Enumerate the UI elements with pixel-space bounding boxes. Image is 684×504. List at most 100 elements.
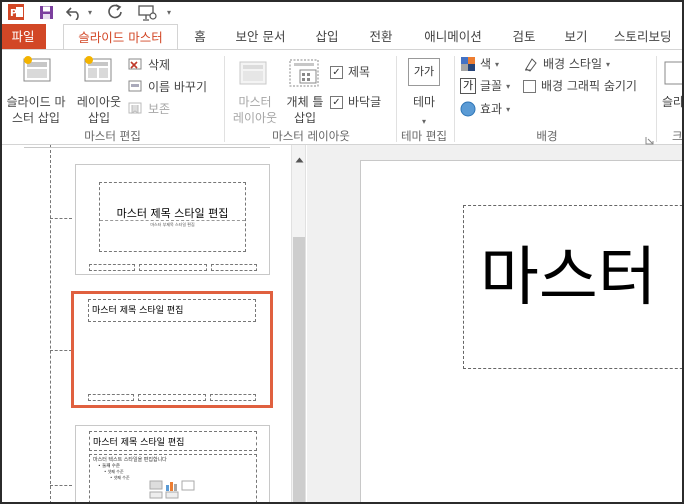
tab-storyboarding[interactable]: 스토리보딩 bbox=[614, 24, 684, 50]
footer-placeholder bbox=[139, 264, 207, 271]
content-placeholder: 마스터 텍스트 스타일을 편집합니다 • 둘째 수준 • 셋째 수준 • 넷째 … bbox=[89, 454, 257, 504]
thumbnail-title: 마스터 제목 스타일 편집 bbox=[116, 207, 229, 220]
slide-size-icon bbox=[664, 60, 684, 90]
themes-icon-text: 가가 bbox=[413, 65, 435, 78]
save-icon[interactable] bbox=[37, 3, 55, 21]
slide-number-placeholder bbox=[211, 264, 257, 271]
thumbnail-scrollbar[interactable] bbox=[291, 145, 306, 504]
selected-slide-thumbnail[interactable]: 마스터 제목 스타일 편집 bbox=[71, 291, 273, 408]
tab-insert[interactable]: 삽입 bbox=[313, 24, 341, 50]
preserve-icon bbox=[128, 100, 144, 119]
tab-home[interactable]: 홈 bbox=[190, 24, 210, 50]
customize-qat-icon[interactable]: ▾ bbox=[164, 3, 174, 21]
insert-layout-label-1: 레이아웃 bbox=[76, 95, 122, 109]
group-background: 배경 bbox=[536, 129, 558, 143]
powerpoint-logo-icon[interactable]: P bbox=[6, 3, 26, 21]
insert-slide-master-label-2: 스터 삽입 bbox=[12, 111, 60, 125]
thumbnail-subtitle: 마스터 부제목 스타일 편집 bbox=[150, 222, 195, 227]
insert-placeholder-label-1: 개체 틀 bbox=[286, 95, 324, 109]
connector-line bbox=[50, 145, 51, 504]
preserve-label: 보존 bbox=[148, 102, 171, 116]
connector-line bbox=[50, 218, 72, 219]
master-thumbnail-edge bbox=[24, 145, 270, 148]
tab-view[interactable]: 보기 bbox=[562, 24, 590, 50]
redo-icon[interactable] bbox=[106, 3, 124, 21]
slide-canvas[interactable]: 마스터 bbox=[360, 160, 684, 504]
master-layout-button[interactable]: 마스터 레이아웃 bbox=[232, 54, 278, 125]
powerpoint-window: P ▾ ▾ 파일 슬라이드 마스터 홈 보안 문서 삽입 전환 애니메이션 검토… bbox=[0, 0, 684, 504]
scroll-thumb[interactable] bbox=[293, 237, 305, 504]
ribbon-separator bbox=[454, 56, 455, 142]
slide-title: 마스터 bbox=[480, 241, 657, 315]
present-icon[interactable] bbox=[135, 3, 159, 21]
footer-checkbox[interactable]: ✓ 바닥글 bbox=[330, 94, 381, 110]
slide-size-button[interactable]: 슬라이 bbox=[662, 54, 684, 124]
insert-layout-button[interactable]: 레이아웃 삽입 bbox=[73, 54, 125, 125]
app-letter: P bbox=[10, 8, 17, 19]
group-master-edit: 마스터 편집 bbox=[84, 129, 141, 143]
rename-label: 이름 바꾸기 bbox=[148, 80, 208, 94]
effects-dropdown-icon: ▾ bbox=[506, 104, 511, 114]
insert-placeholder-button[interactable]: 개체 틀 삽입 bbox=[282, 54, 328, 125]
ribbon-separator bbox=[224, 56, 225, 142]
master-layout-label-1: 마스터 bbox=[238, 95, 272, 109]
effects-button[interactable]: 효과 ▾ bbox=[460, 100, 510, 118]
slide-number-placeholder bbox=[210, 394, 256, 401]
undo-icon[interactable] bbox=[64, 3, 84, 21]
tab-review[interactable]: 검토 bbox=[510, 24, 538, 50]
insert-slide-master-button[interactable]: 슬라이드 마 스터 삽입 bbox=[2, 54, 70, 125]
fonts-button[interactable]: 가 글꼴 ▾ bbox=[460, 77, 510, 95]
effects-label: 효과 bbox=[480, 102, 503, 116]
content-insert-icons bbox=[148, 479, 204, 503]
quick-access-toolbar: P ▾ ▾ bbox=[0, 0, 684, 24]
thumbnail-pane: 마스터 제목 스타일 편집 마스터 부제목 스타일 편집 마스터 제목 스타일 … bbox=[0, 145, 291, 504]
colors-button[interactable]: 색 ▾ bbox=[460, 55, 499, 73]
insert-placeholder-label-2: 삽입 bbox=[293, 111, 317, 125]
tab-transitions[interactable]: 전환 bbox=[367, 24, 395, 50]
thumbnail-title: 마스터 제목 스타일 편집 bbox=[92, 306, 184, 316]
thumbnail-body-line: • 넷째 수준 bbox=[110, 475, 130, 480]
slide-size-label: 슬라이 bbox=[662, 95, 684, 109]
delete-button[interactable]: 삭제 bbox=[128, 56, 170, 74]
group-theme-edit: 테마 편집 bbox=[401, 129, 447, 143]
slide-thumbnail[interactable]: 마스터 제목 스타일 편집 마스터 부제목 스타일 편집 bbox=[75, 164, 270, 275]
delete-label: 삭제 bbox=[148, 58, 171, 72]
ribbon-separator bbox=[656, 56, 657, 142]
insert-layout-label-2: 삽입 bbox=[87, 111, 111, 125]
footer-checkbox-box[interactable]: ✓ bbox=[330, 95, 343, 109]
insert-slide-master-label-1: 슬라이드 마 bbox=[6, 95, 66, 109]
slide-thumbnail[interactable]: 마스터 제목 스타일 편집 마스터 텍스트 스타일을 편집합니다 • 둘째 수준… bbox=[75, 425, 270, 504]
colors-label: 색 bbox=[480, 57, 492, 71]
tab-secure-document[interactable]: 보안 문서 bbox=[233, 24, 288, 50]
background-styles-button[interactable]: 배경 스타일 ▾ bbox=[523, 55, 610, 73]
date-placeholder bbox=[88, 394, 134, 401]
background-dialog-launcher-icon[interactable] bbox=[645, 130, 655, 145]
colors-dropdown-icon: ▾ bbox=[495, 59, 500, 69]
title-checkbox-box[interactable]: ✓ bbox=[330, 65, 343, 79]
tab-file[interactable]: 파일 bbox=[0, 24, 46, 50]
themes-icon: 가가 bbox=[408, 58, 440, 86]
effects-icon bbox=[460, 101, 476, 117]
themes-button[interactable]: 가가 테마 ▾ bbox=[404, 54, 444, 126]
themes-dropdown-icon: ▾ bbox=[421, 117, 426, 126]
undo-dropdown-icon[interactable]: ▾ bbox=[85, 3, 95, 21]
tab-animations[interactable]: 애니메이션 bbox=[419, 24, 487, 50]
connector-line bbox=[50, 350, 72, 351]
placeholder-divider bbox=[100, 220, 245, 221]
scroll-up-icon[interactable] bbox=[295, 148, 304, 167]
hide-background-checkbox[interactable]: 배경 그래픽 숨기기 bbox=[523, 78, 637, 94]
master-layout-icon bbox=[238, 60, 268, 90]
title-checkbox[interactable]: ✓ 제목 bbox=[330, 64, 370, 80]
insert-layout-icon bbox=[83, 56, 113, 88]
hide-background-checkbox-box[interactable] bbox=[523, 79, 536, 93]
preserve-button[interactable]: 보존 bbox=[128, 100, 170, 118]
background-styles-label: 배경 스타일 bbox=[543, 57, 603, 71]
connector-line bbox=[50, 485, 72, 486]
tab-slide-master[interactable]: 슬라이드 마스터 bbox=[63, 24, 178, 51]
rename-button[interactable]: 이름 바꾸기 bbox=[128, 78, 207, 96]
delete-icon bbox=[128, 56, 144, 75]
title-checkbox-label: 제목 bbox=[348, 65, 371, 79]
title-placeholder[interactable]: 마스터 bbox=[463, 205, 684, 369]
group-size: 크 bbox=[672, 129, 683, 143]
thumbnail-title: 마스터 제목 스타일 편집 bbox=[93, 438, 185, 448]
